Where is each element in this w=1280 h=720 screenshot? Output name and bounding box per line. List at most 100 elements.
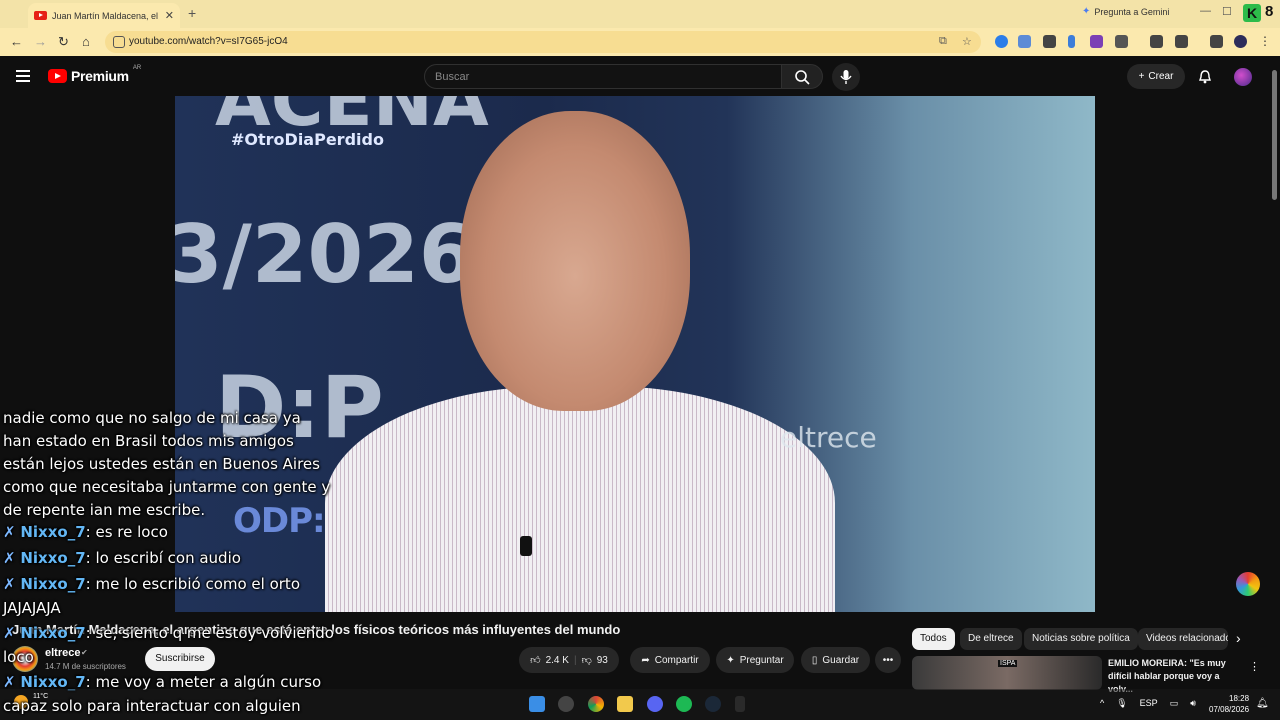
notification-bell-icon[interactable]: 🔔︎: [1256, 698, 1269, 709]
downloads-icon[interactable]: [1175, 35, 1188, 48]
chat-message: ✗ Nixxo_7: se, siento q me estoy volvien…: [3, 624, 334, 642]
page-scrollbar[interactable]: [1272, 70, 1277, 200]
extensions-puzzle-icon[interactable]: [1115, 35, 1128, 48]
striped-shirt: [325, 386, 835, 612]
chat-message: JAJAJAJA: [3, 599, 61, 617]
chevron-right-icon[interactable]: ›: [1236, 630, 1241, 646]
clock[interactable]: 18:28 07/08/2026: [1209, 693, 1249, 715]
time: 18:28: [1229, 694, 1250, 703]
chat-username: Nixxo_7: [20, 575, 86, 593]
install-app-icon[interactable]: ⧉: [939, 35, 947, 48]
extension-audio-icon[interactable]: [1018, 35, 1031, 48]
app-icon[interactable]: [558, 696, 574, 712]
media-control-icon[interactable]: [1210, 35, 1223, 48]
chat-text: JAJAJAJA: [3, 599, 61, 617]
forward-arrow-icon[interactable]: →: [34, 34, 47, 49]
bookmark-icon: ▯: [811, 654, 818, 666]
account-avatar[interactable]: [1234, 68, 1252, 86]
ask-button[interactable]: ✦ Preguntar: [716, 647, 794, 673]
chip-from-channel[interactable]: De eltrece: [960, 628, 1022, 650]
subscribe-button[interactable]: Suscribirse: [145, 647, 215, 671]
save-button[interactable]: ▯ Guardar: [801, 647, 870, 673]
browser-menu-icon[interactable]: ⋮: [1259, 34, 1271, 48]
chip-politics-news[interactable]: Noticias sobre política: [1024, 628, 1138, 650]
chat-username: Nixxo_7: [20, 624, 86, 642]
minimize-icon[interactable]: —: [1200, 5, 1211, 17]
chip-all[interactable]: Todos: [912, 628, 955, 650]
chrome-icon[interactable]: [588, 696, 604, 712]
chat-message: capaz solo para interactuar con alguien: [3, 697, 301, 715]
recommendation-more-icon[interactable]: ⋮: [1249, 660, 1260, 673]
extension-info-icon[interactable]: [1068, 35, 1075, 48]
ask-label: Preguntar: [739, 654, 784, 666]
menu-hamburger-icon[interactable]: [16, 70, 30, 85]
chat-message: ✗ Nixxo_7: es re loco: [3, 523, 168, 541]
country-code: AR: [132, 65, 142, 71]
date: 07/08/2026: [1209, 705, 1250, 714]
chat-message: ✗ Nixxo_7: lo escribí con audio: [3, 549, 241, 567]
recommendation-thumbnail[interactable]: ISPA: [912, 656, 1102, 690]
reload-icon[interactable]: ↻: [58, 34, 69, 50]
youtube-favicon-icon: [34, 11, 47, 20]
language-indicator[interactable]: ESP: [1140, 698, 1158, 709]
bookmark-star-icon[interactable]: ☆: [962, 35, 972, 48]
thumbs-up-icon[interactable]: 👍︎: [530, 654, 540, 666]
screen: { "browser": { "tab_title": "Juan Martín…: [0, 0, 1280, 720]
chat-message: loco: [3, 648, 34, 666]
pill-divider: |: [573, 654, 577, 666]
app-icon-2[interactable]: [735, 696, 745, 712]
steam-icon[interactable]: [705, 696, 721, 712]
extension-window-icon[interactable]: [1043, 35, 1056, 48]
browser-toolbar: ← → ↻ ⌂ youtube.com/watch?v=sI7G65-jcO4 …: [0, 28, 1280, 56]
search-input[interactable]: Buscar: [424, 64, 782, 89]
extension-blue-icon[interactable]: [995, 35, 1008, 48]
home-icon[interactable]: ⌂: [82, 34, 90, 49]
background-date-text: 3/2026: [175, 208, 475, 301]
gemini-button[interactable]: ✦ Pregunta a Gemini: [1082, 6, 1169, 17]
extension-purple-icon[interactable]: [1090, 35, 1103, 48]
spotify-icon[interactable]: [676, 696, 692, 712]
youtube-premium-logo[interactable]: Premium AR: [48, 65, 142, 84]
eltrece-watermark: eltrece: [780, 421, 877, 454]
thumbs-down-icon[interactable]: 👎︎: [582, 654, 592, 666]
maximize-icon[interactable]: ☐: [1222, 5, 1232, 18]
site-info-icon[interactable]: [113, 36, 125, 48]
file-explorer-icon[interactable]: [617, 696, 633, 712]
start-windows-icon[interactable]: [529, 696, 545, 712]
more-actions-button[interactable]: •••: [875, 647, 901, 673]
chat-text: : lo escribí con audio: [85, 549, 241, 567]
notifications-bell-icon[interactable]: [1197, 69, 1213, 90]
tray-chevron-icon[interactable]: ^: [1100, 698, 1104, 709]
chat-text: loco: [3, 648, 34, 666]
chat-text: : es re loco: [85, 523, 168, 541]
network-icon[interactable]: ▭: [1170, 698, 1179, 709]
search-button[interactable]: [781, 64, 823, 89]
discord-icon[interactable]: [647, 696, 663, 712]
create-button[interactable]: + Crear: [1127, 64, 1185, 89]
profile-avatar-icon[interactable]: [1234, 35, 1247, 48]
chat-username: Nixxo_7: [20, 549, 86, 567]
microphone-icon: [840, 70, 852, 84]
browser-tab[interactable]: Juan Martín Maldacena, el argentino ✕: [28, 3, 180, 28]
voice-search-button[interactable]: [832, 63, 860, 91]
browser-tab-strip: Juan Martín Maldacena, el argentino ✕ + …: [0, 0, 1280, 28]
back-arrow-icon[interactable]: ←: [10, 34, 23, 49]
sword-icon: ✗: [3, 549, 21, 567]
share-arrow-icon: ➦: [641, 654, 650, 666]
video-player[interactable]: ACENA 3/2026 D:P #OtroDiaPerdido eltrece…: [175, 96, 1095, 612]
plus-icon: +: [1138, 71, 1145, 82]
bookmarks-icon[interactable]: [1150, 35, 1163, 48]
new-tab-button[interactable]: +: [188, 5, 196, 21]
close-tab-icon[interactable]: ✕: [165, 9, 174, 22]
like-count[interactable]: 2.4 K: [546, 655, 569, 666]
gemini-label: Pregunta a Gemini: [1094, 6, 1170, 17]
chip-related-videos[interactable]: Videos relacionados: [1138, 628, 1228, 650]
subscriber-count: 14.7 M de suscriptores: [45, 662, 126, 671]
microphone-tray-icon[interactable]: 🎙︎: [1116, 698, 1127, 709]
share-button[interactable]: ➦ Compartir: [630, 647, 710, 673]
dislike-count[interactable]: 93: [597, 655, 608, 666]
volume-icon[interactable]: 🔊︎: [1190, 698, 1196, 709]
address-bar[interactable]: youtube.com/watch?v=sI7G65-jcO4 ⧉ ☆: [105, 31, 981, 53]
chat-text: : se, siento q me estoy volviendo: [85, 624, 334, 642]
channel-name[interactable]: eltrece: [45, 647, 80, 659]
